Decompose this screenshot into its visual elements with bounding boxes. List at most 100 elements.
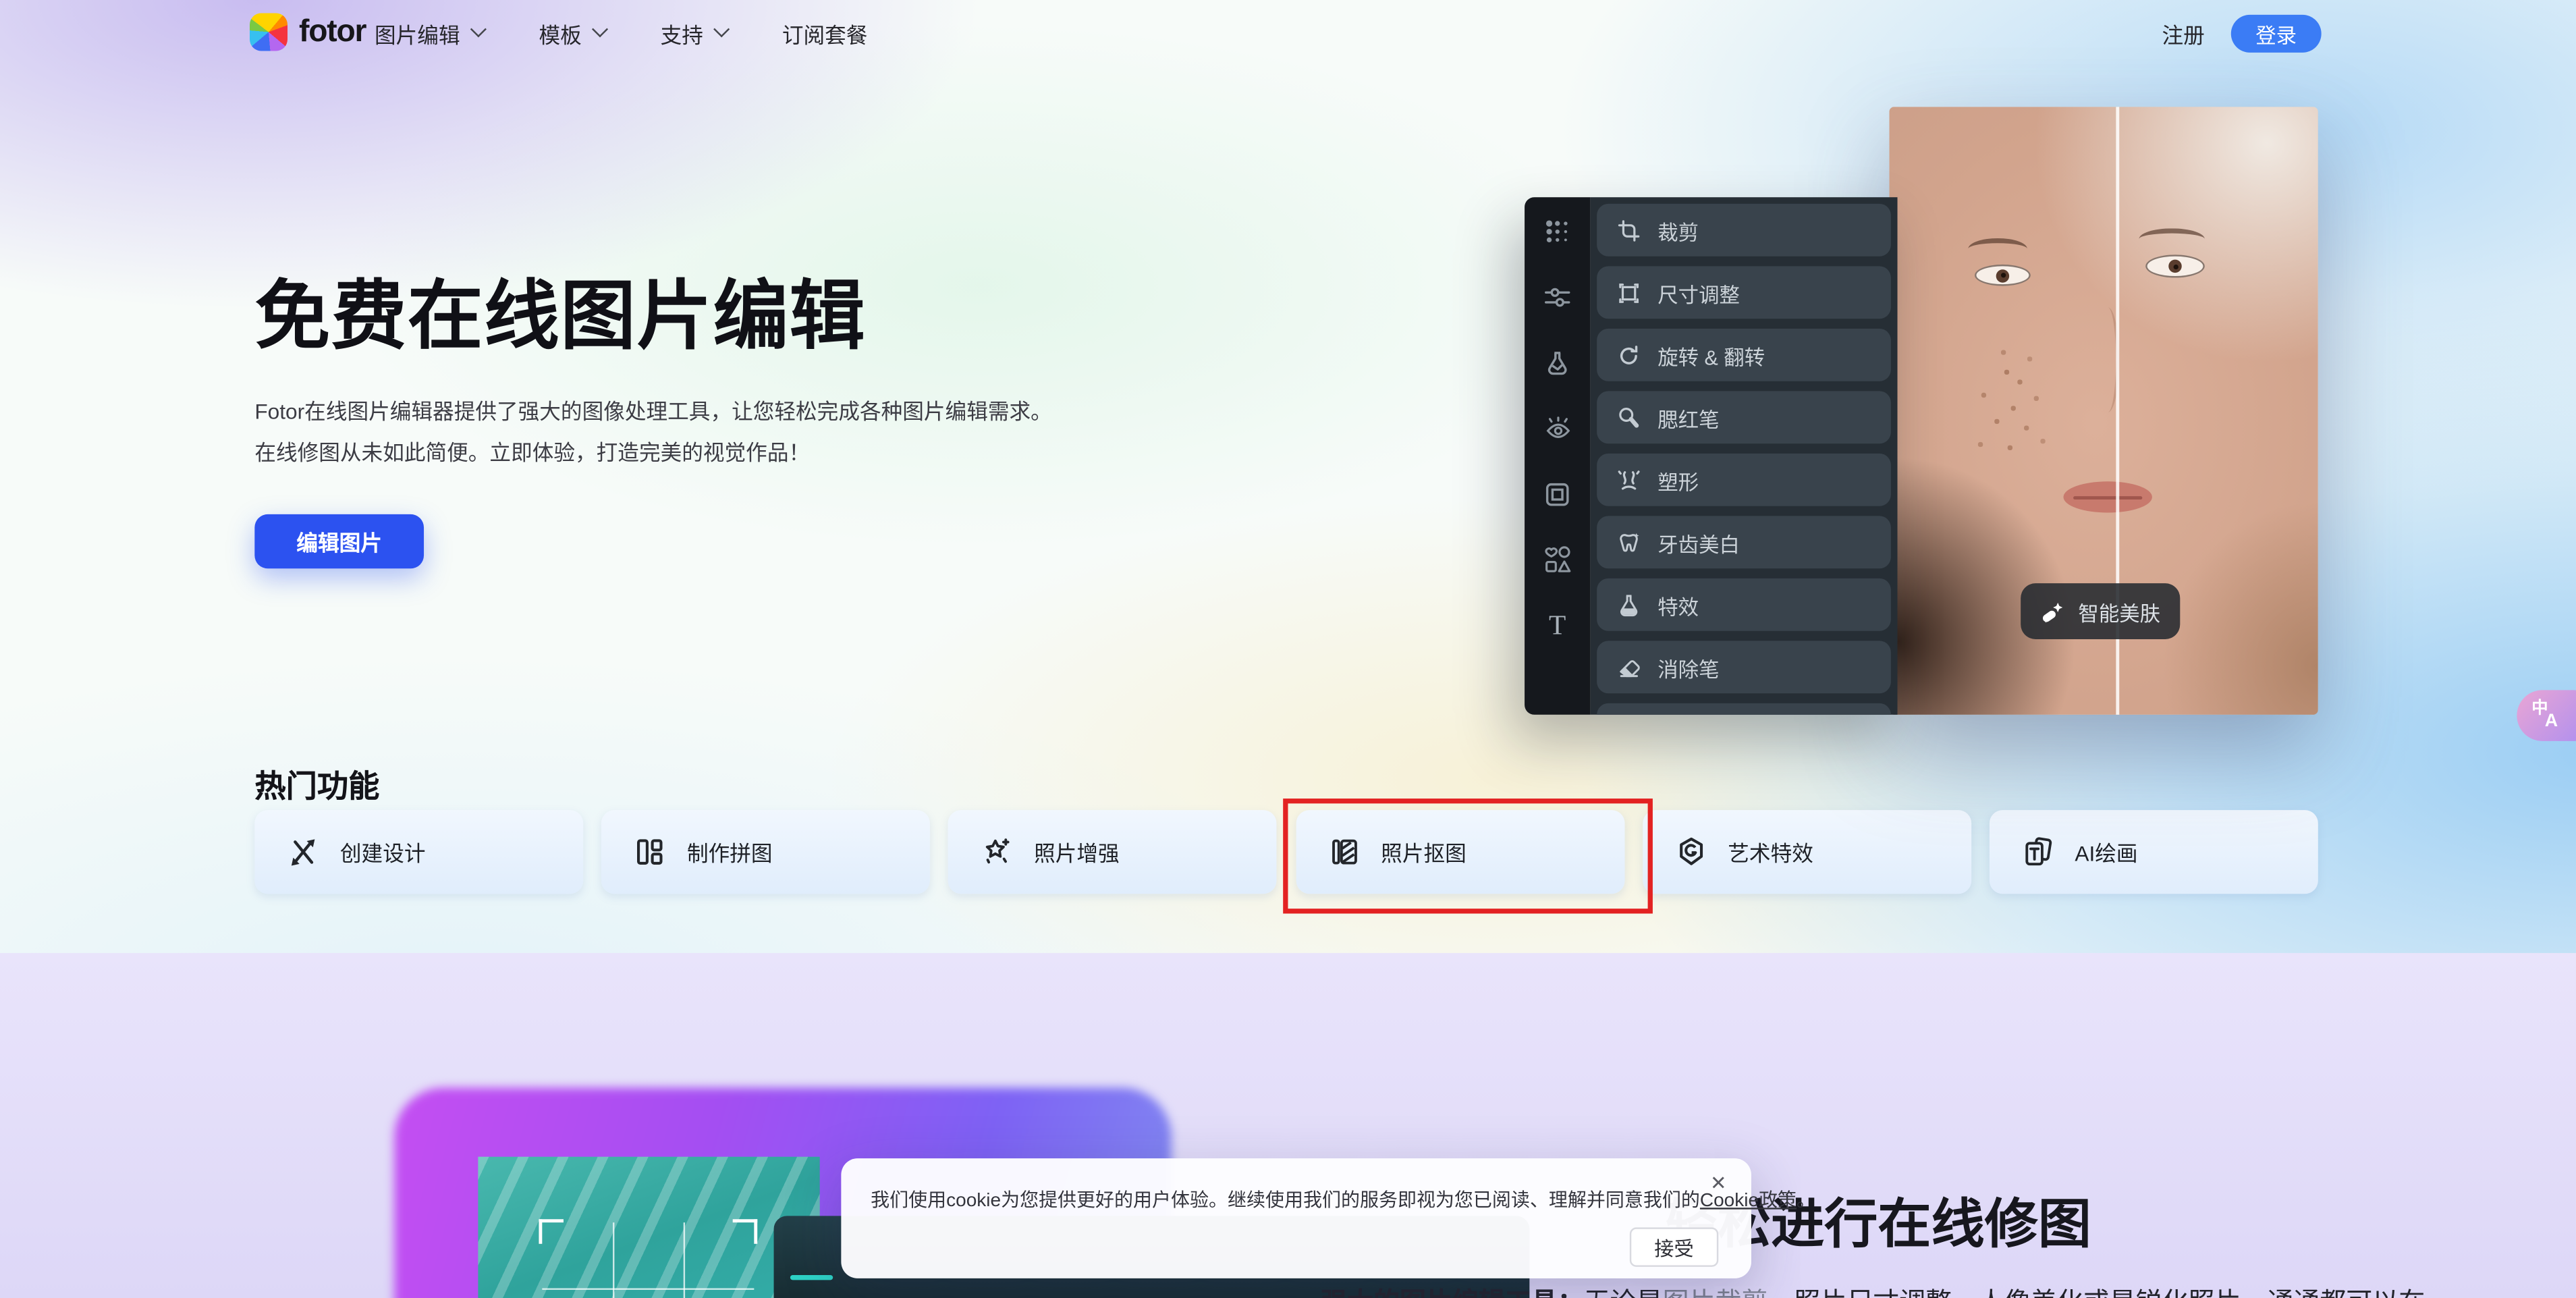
card-label: AI绘画 xyxy=(2075,841,2138,866)
hero-subtitle-1: Fotor在线图片编辑器提供了强大的图像处理工具，让您轻松完成各种图片编辑需求。 xyxy=(254,399,1052,425)
crop-corner-handle[interactable] xyxy=(732,1219,758,1244)
tool-label: 塑形 xyxy=(1657,470,1699,494)
nav-item-templates[interactable]: 模板 xyxy=(539,18,609,49)
fotor-logo-icon xyxy=(250,13,288,51)
nav-item-photo-editor[interactable]: 图片编辑 xyxy=(375,18,487,49)
chevron-down-icon xyxy=(592,21,609,38)
tool-row-partial[interactable] xyxy=(1597,703,1891,715)
tool-label: 腮红笔 xyxy=(1657,408,1720,432)
tool-label: 旋转 & 翻转 xyxy=(1657,346,1765,369)
tool-label: 消除笔 xyxy=(1657,657,1720,682)
translate-widget-button[interactable]: 中 A xyxy=(2517,690,2576,741)
grid-line xyxy=(683,1222,686,1298)
nav-right: 注册 登录 xyxy=(2162,0,2322,65)
smart-skin-button[interactable]: 智能美肤 xyxy=(2021,583,2181,639)
tool-label: 尺寸调整 xyxy=(1657,283,1740,306)
grid-line xyxy=(612,1222,615,1298)
nav-item-support[interactable]: 支持 xyxy=(660,18,730,49)
editor-panel: T 裁剪 尺寸调整 旋转 & 翻转 腮红笔 塑形 牙齿美白 特效 消除笔 xyxy=(1525,197,1898,715)
teeth-whitening-icon xyxy=(1620,532,1639,551)
frame-icon[interactable] xyxy=(1543,480,1571,508)
elements-shapes-icon[interactable] xyxy=(1543,545,1571,573)
effects-flask-icon[interactable] xyxy=(1543,348,1571,376)
lip-line xyxy=(2073,496,2143,499)
resize-icon xyxy=(1619,282,1639,302)
hero-title: 免费在线图片编辑 xyxy=(254,273,866,358)
fotor-logo-text: fotor xyxy=(299,13,366,49)
section2-paragraph: 强大的图片编辑工具：无论是图片裁剪、照片尺寸调整、人像美化或是锐化照片，通通都可… xyxy=(1321,1280,2425,1298)
card-label: 创建设计 xyxy=(339,841,426,866)
design-icon xyxy=(291,839,315,866)
tool-label: 裁剪 xyxy=(1657,221,1699,244)
card-ai-paint[interactable]: AI绘画 xyxy=(1989,810,2318,894)
ai-paint-icon xyxy=(2025,837,2052,866)
nav-item-label: 支持 xyxy=(660,22,703,47)
card-art-effects[interactable]: 艺术特效 xyxy=(1642,810,1971,894)
card-create-design[interactable]: 创建设计 xyxy=(254,810,584,894)
pupil xyxy=(2000,273,2006,278)
tool-label: 特效 xyxy=(1657,595,1699,619)
close-icon[interactable]: ✕ xyxy=(1705,1166,1732,1199)
tool-rotate-flip[interactable]: 旋转 & 翻转 xyxy=(1597,328,1891,381)
crop-icon xyxy=(1618,219,1640,241)
cookie-text: 我们使用cookie为您提供更好的用户体验。继续使用我们的服务即视为您已阅读、理… xyxy=(871,1187,1815,1213)
grid-line xyxy=(542,1288,755,1290)
beauty-eye-icon[interactable] xyxy=(1543,414,1571,441)
magic-wand-icon xyxy=(2043,601,2063,622)
card-make-collage[interactable]: 制作拼图 xyxy=(601,810,931,894)
collage-icon xyxy=(637,839,663,865)
chevron-down-icon xyxy=(713,21,730,38)
cookie-accept-button[interactable]: 接受 xyxy=(1629,1227,1719,1267)
fotor-homepage: fotor 图片编辑 模板 支持 订阅套餐 注册 登录 免费在线图片编辑 Fot… xyxy=(0,0,2576,1298)
cookie-text-main: 我们使用cookie为您提供更好的用户体验。继续使用我们的服务即视为您已阅读、理… xyxy=(871,1191,1700,1212)
cookie-text-period: 。 xyxy=(1797,1191,1816,1212)
reshape-icon xyxy=(1618,469,1640,489)
tool-teeth-whitening[interactable]: 牙齿美白 xyxy=(1597,516,1891,569)
blush-pen-icon xyxy=(1619,406,1639,427)
eyebrow-right xyxy=(2139,228,2205,250)
text-tool-icon[interactable]: T xyxy=(1543,612,1571,639)
register-link[interactable]: 注册 xyxy=(2162,18,2204,49)
iris xyxy=(1996,269,2010,282)
tool-crop[interactable]: 裁剪 xyxy=(1597,203,1891,256)
tool-resize[interactable]: 尺寸调整 xyxy=(1597,266,1891,319)
tool-effects[interactable]: 特效 xyxy=(1597,578,1891,631)
nav-item-pricing[interactable]: 订阅套餐 xyxy=(782,18,868,49)
enhance-icon xyxy=(986,838,1010,864)
tool-reshape[interactable]: 塑形 xyxy=(1597,453,1891,506)
top-nav: fotor 图片编辑 模板 支持 订阅套餐 注册 登录 xyxy=(0,0,2576,65)
nav-item-label: 模板 xyxy=(539,22,582,47)
login-button[interactable]: 登录 xyxy=(2230,13,2322,52)
card-label: 照片增强 xyxy=(1034,841,1120,866)
nav-item-label: 图片编辑 xyxy=(375,22,460,47)
teal-slider[interactable] xyxy=(790,1275,833,1280)
card-photo-enhance[interactable]: 照片增强 xyxy=(948,810,1278,894)
smart-skin-label: 智能美肤 xyxy=(2078,602,2161,626)
translate-a-glyph: A xyxy=(2544,711,2558,732)
fotor-logo[interactable]: fotor xyxy=(250,13,366,51)
crop-corner-handle[interactable] xyxy=(539,1219,564,1244)
tool-eraser[interactable]: 消除笔 xyxy=(1597,641,1891,694)
iris xyxy=(2168,259,2182,273)
apps-grid-icon[interactable] xyxy=(1543,217,1571,244)
rotate-flip-icon xyxy=(1620,344,1638,364)
edit-photo-button[interactable]: 编辑图片 xyxy=(254,514,424,569)
hero-subtitle-2: 在线修图从未如此简便。立即体验，打造完美的视觉作品！ xyxy=(254,440,811,465)
pupil xyxy=(2172,263,2178,269)
photo-crop-link[interactable]: 图片裁剪 xyxy=(1663,1290,1768,1298)
nav-menu: 图片编辑 模板 支持 订阅套餐 xyxy=(375,0,867,65)
lips xyxy=(2063,481,2152,513)
eye-right xyxy=(2145,254,2205,278)
editor-tools-menu: 裁剪 尺寸调整 旋转 & 翻转 腮红笔 塑形 牙齿美白 特效 消除笔 xyxy=(1590,197,1898,715)
ocean-photo-thumbnail xyxy=(478,1156,820,1298)
chevron-down-icon xyxy=(470,21,487,38)
eraser-icon xyxy=(1620,659,1640,676)
annotation-highlight-box xyxy=(1283,799,1653,914)
cookie-consent-dialog: 我们使用cookie为您提供更好的用户体验。继续使用我们的服务即视为您已阅读、理… xyxy=(841,1158,1815,1278)
editor-sidebar: T xyxy=(1525,197,1591,715)
adjust-sliders-icon[interactable] xyxy=(1543,283,1571,310)
effects-flask-icon xyxy=(1620,594,1638,616)
freckles-before-side xyxy=(2004,369,2008,374)
tool-blush-pen[interactable]: 腮红笔 xyxy=(1597,391,1891,444)
crop-overlay xyxy=(539,1219,758,1298)
